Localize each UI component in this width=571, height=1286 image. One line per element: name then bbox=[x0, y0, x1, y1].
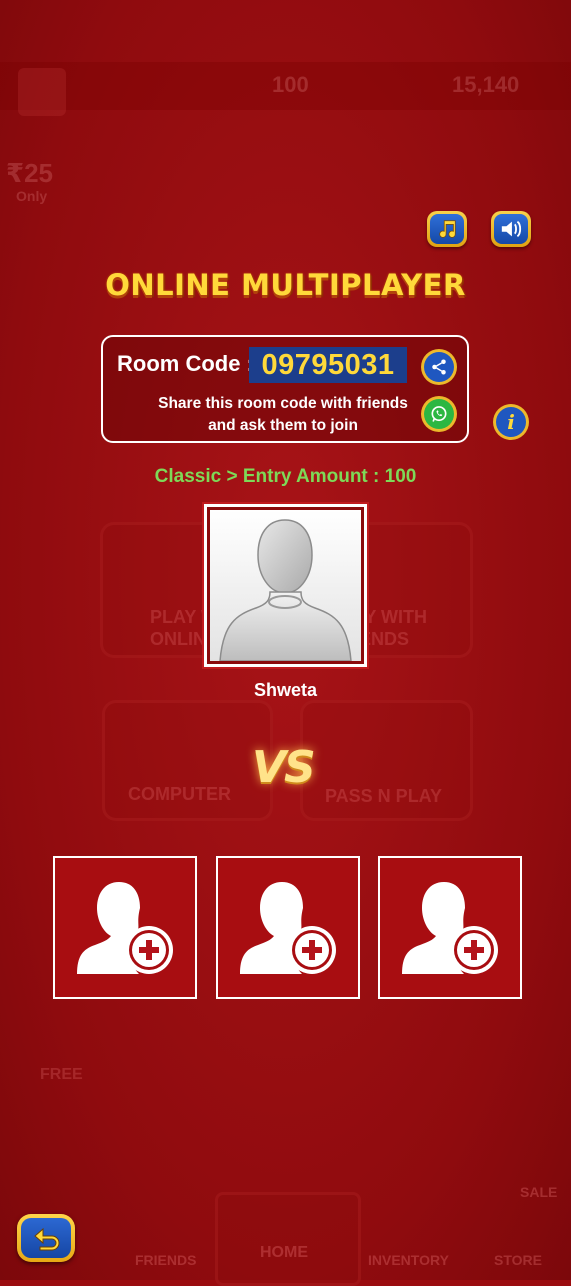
invite-slot-1[interactable] bbox=[53, 856, 197, 999]
faded-promo-price: ₹25 bbox=[6, 158, 54, 188]
player-avatar-frame bbox=[202, 502, 369, 669]
add-user-icon bbox=[402, 881, 498, 974]
faded-free-label: FREE bbox=[40, 1066, 83, 1083]
share-icon bbox=[424, 352, 454, 382]
back-arrow-icon bbox=[21, 1218, 71, 1258]
avatar bbox=[207, 507, 364, 664]
faded-nav-home: HOME bbox=[260, 1244, 308, 1261]
room-share-instructions: Share this room code with friends and as… bbox=[143, 393, 423, 437]
add-user-icon bbox=[77, 881, 173, 974]
sound-button[interactable] bbox=[491, 211, 531, 247]
game-mode-entry-amount: Classic > Entry Amount : 100 bbox=[154, 466, 417, 487]
share-text-line-1: Share this room code with friends bbox=[158, 395, 408, 412]
faded-nav-inventory: INVENTORY bbox=[368, 1252, 449, 1268]
info-button[interactable]: i bbox=[493, 404, 529, 440]
room-code-label: Room Code : bbox=[117, 351, 254, 376]
back-button[interactable] bbox=[17, 1214, 75, 1262]
whatsapp-icon bbox=[424, 399, 454, 429]
faded-coins: 100 bbox=[272, 72, 309, 97]
invite-slot-2[interactable] bbox=[216, 856, 360, 999]
default-avatar-icon bbox=[219, 519, 352, 661]
faded-sale-badge: SALE bbox=[520, 1184, 558, 1200]
whatsapp-button[interactable] bbox=[421, 396, 457, 432]
faded-avatar bbox=[18, 68, 66, 116]
room-code-panel: Room Code : 09795031 Share this room cod… bbox=[101, 335, 469, 443]
share-text-line-2: and ask them to join bbox=[208, 417, 358, 434]
speaker-icon bbox=[494, 214, 528, 244]
music-button[interactable] bbox=[427, 211, 467, 247]
versus-label: VS bbox=[252, 742, 316, 793]
player-name: Shweta bbox=[253, 680, 318, 700]
faded-nav-friends: FRIENDS bbox=[135, 1252, 197, 1268]
faded-passnplay-label: PASS N PLAY bbox=[325, 786, 443, 806]
faded-gems: 15,140 bbox=[452, 72, 520, 97]
music-note-icon bbox=[430, 214, 464, 244]
invite-slot-3[interactable] bbox=[378, 856, 522, 999]
room-code-value: 09795031 bbox=[249, 347, 407, 383]
faded-home-tab bbox=[215, 1192, 361, 1286]
add-user-icon bbox=[240, 881, 336, 974]
faded-nav-store: STORE bbox=[494, 1252, 542, 1268]
share-button[interactable] bbox=[421, 349, 457, 385]
page-title: ONLINE MULTIPLAYER bbox=[105, 268, 466, 302]
faded-computer-label: COMPUTER bbox=[128, 784, 231, 804]
faded-promo-only: Only bbox=[16, 188, 48, 204]
info-icon: i bbox=[496, 407, 526, 437]
